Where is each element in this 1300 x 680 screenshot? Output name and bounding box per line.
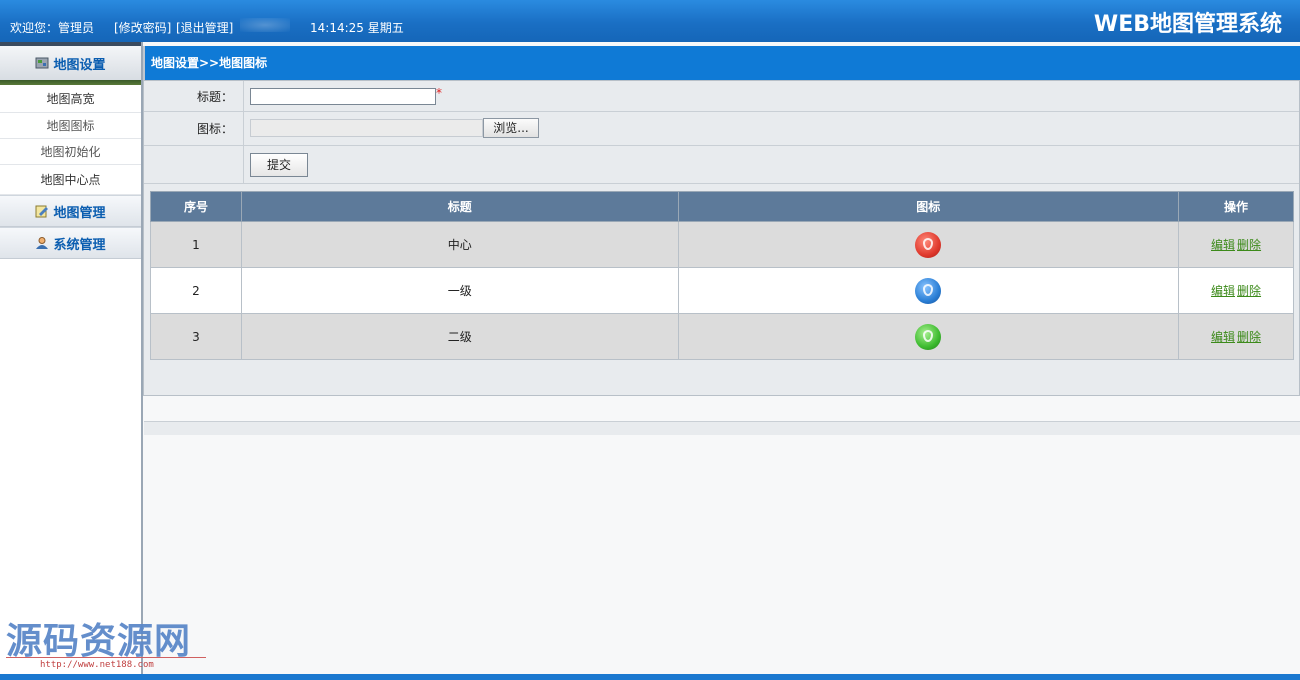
- delete-link[interactable]: 删除: [1237, 330, 1261, 344]
- map-settings-icon: [35, 56, 49, 70]
- row-no: 2: [150, 267, 242, 314]
- main-content: 地图设置>>地图图标 标题： * 图标： 浏览... 提交 序号 标题 图标 操…: [143, 42, 1300, 674]
- column-header-actions: 操作: [1178, 191, 1294, 222]
- row-actions-cell: 编辑 删除: [1178, 267, 1294, 314]
- column-header-no: 序号: [150, 191, 242, 222]
- file-path-field[interactable]: [250, 119, 483, 137]
- form-row-title: 标题： *: [144, 81, 1299, 112]
- table-row: 2 一级 编辑 删除: [150, 267, 1294, 314]
- header-decoration: [240, 18, 290, 32]
- row-actions-cell: 编辑 删除: [1178, 313, 1294, 360]
- sidebar: 地图设置 地图高宽 地图图标 地图初始化 地图中心点 地图管理 系统管理: [0, 42, 143, 674]
- bottom-bar: [0, 674, 1300, 680]
- delete-link[interactable]: 删除: [1237, 238, 1261, 252]
- watermark-url: http://www.net188.com: [40, 660, 154, 670]
- row-title: 二级: [240, 313, 679, 360]
- required-mark: *: [436, 86, 442, 100]
- row-icon-cell: [677, 221, 1180, 268]
- sidebar-group-map-management[interactable]: 地图管理: [0, 195, 141, 227]
- green-anchor-pin-icon: [915, 323, 942, 350]
- column-header-title: 标题: [240, 191, 679, 222]
- breadcrumb: 地图设置>>地图图标: [143, 46, 1300, 80]
- row-no: 1: [150, 221, 242, 268]
- sidebar-group-label: 地图管理: [53, 205, 106, 221]
- sidebar-group-system-management[interactable]: 系统管理: [0, 227, 141, 259]
- submit-button[interactable]: 提交: [250, 153, 308, 177]
- user-icon: [35, 236, 49, 250]
- title-input[interactable]: [250, 88, 436, 105]
- title-label: 标题：: [144, 81, 244, 111]
- table-row: 1 中心 编辑 删除: [150, 221, 1294, 268]
- sidebar-group-label: 系统管理: [53, 237, 106, 253]
- edit-link[interactable]: 编辑: [1211, 330, 1235, 344]
- sidebar-item-map-init[interactable]: 地图初始化: [0, 139, 141, 165]
- sidebar-item-map-center[interactable]: 地图中心点: [0, 165, 141, 195]
- table-header-row: 序号 标题 图标 操作: [150, 191, 1294, 222]
- form-panel: 标题： * 图标： 浏览... 提交 序号 标题 图标 操作 1 中心 编辑 删…: [143, 80, 1300, 435]
- panel-footer: [144, 421, 1300, 435]
- sidebar-item-map-size[interactable]: 地图高宽: [0, 85, 141, 113]
- row-icon-cell: [677, 267, 1180, 314]
- row-actions-cell: 编辑 删除: [1178, 221, 1294, 268]
- delete-link[interactable]: 删除: [1237, 284, 1261, 298]
- sidebar-section-map-settings[interactable]: 地图设置: [0, 42, 141, 80]
- top-header: 欢迎您：管理员 [修改密码] [退出管理] 14:14:25 星期五 WEB地图…: [0, 0, 1300, 42]
- form-row-icon: 图标： 浏览...: [144, 112, 1299, 146]
- welcome-text: 欢迎您：管理员: [10, 21, 95, 35]
- submit-row-label: [144, 146, 244, 183]
- sidebar-section-label: 地图设置: [53, 57, 106, 73]
- clock-text: 14:14:25 星期五: [310, 21, 404, 35]
- app-brand-title: WEB地图管理系统: [1093, 12, 1282, 37]
- edit-icon: [35, 204, 49, 218]
- edit-link[interactable]: 编辑: [1211, 238, 1235, 252]
- sidebar-item-map-icon[interactable]: 地图图标: [0, 113, 141, 139]
- row-icon-cell: [677, 313, 1180, 360]
- change-password-link[interactable]: [修改密码]: [114, 19, 171, 36]
- form-row-submit: 提交: [144, 146, 1299, 184]
- blue-anchor-pin-icon: [915, 277, 942, 304]
- icon-label: 图标：: [144, 112, 244, 145]
- column-header-icon: 图标: [677, 191, 1180, 222]
- icon-table: 序号 标题 图标 操作 1 中心 编辑 删除 2 一级 编辑 删除 3 二级 编…: [150, 191, 1294, 360]
- edit-link[interactable]: 编辑: [1211, 284, 1235, 298]
- watermark-underline: [6, 657, 206, 658]
- row-title: 一级: [240, 267, 679, 314]
- logout-link[interactable]: [退出管理]: [176, 19, 233, 36]
- row-no: 3: [150, 313, 242, 360]
- browse-button[interactable]: 浏览...: [483, 118, 539, 138]
- row-title: 中心: [240, 221, 679, 268]
- table-row: 3 二级 编辑 删除: [150, 313, 1294, 360]
- red-anchor-pin-icon: [915, 231, 942, 258]
